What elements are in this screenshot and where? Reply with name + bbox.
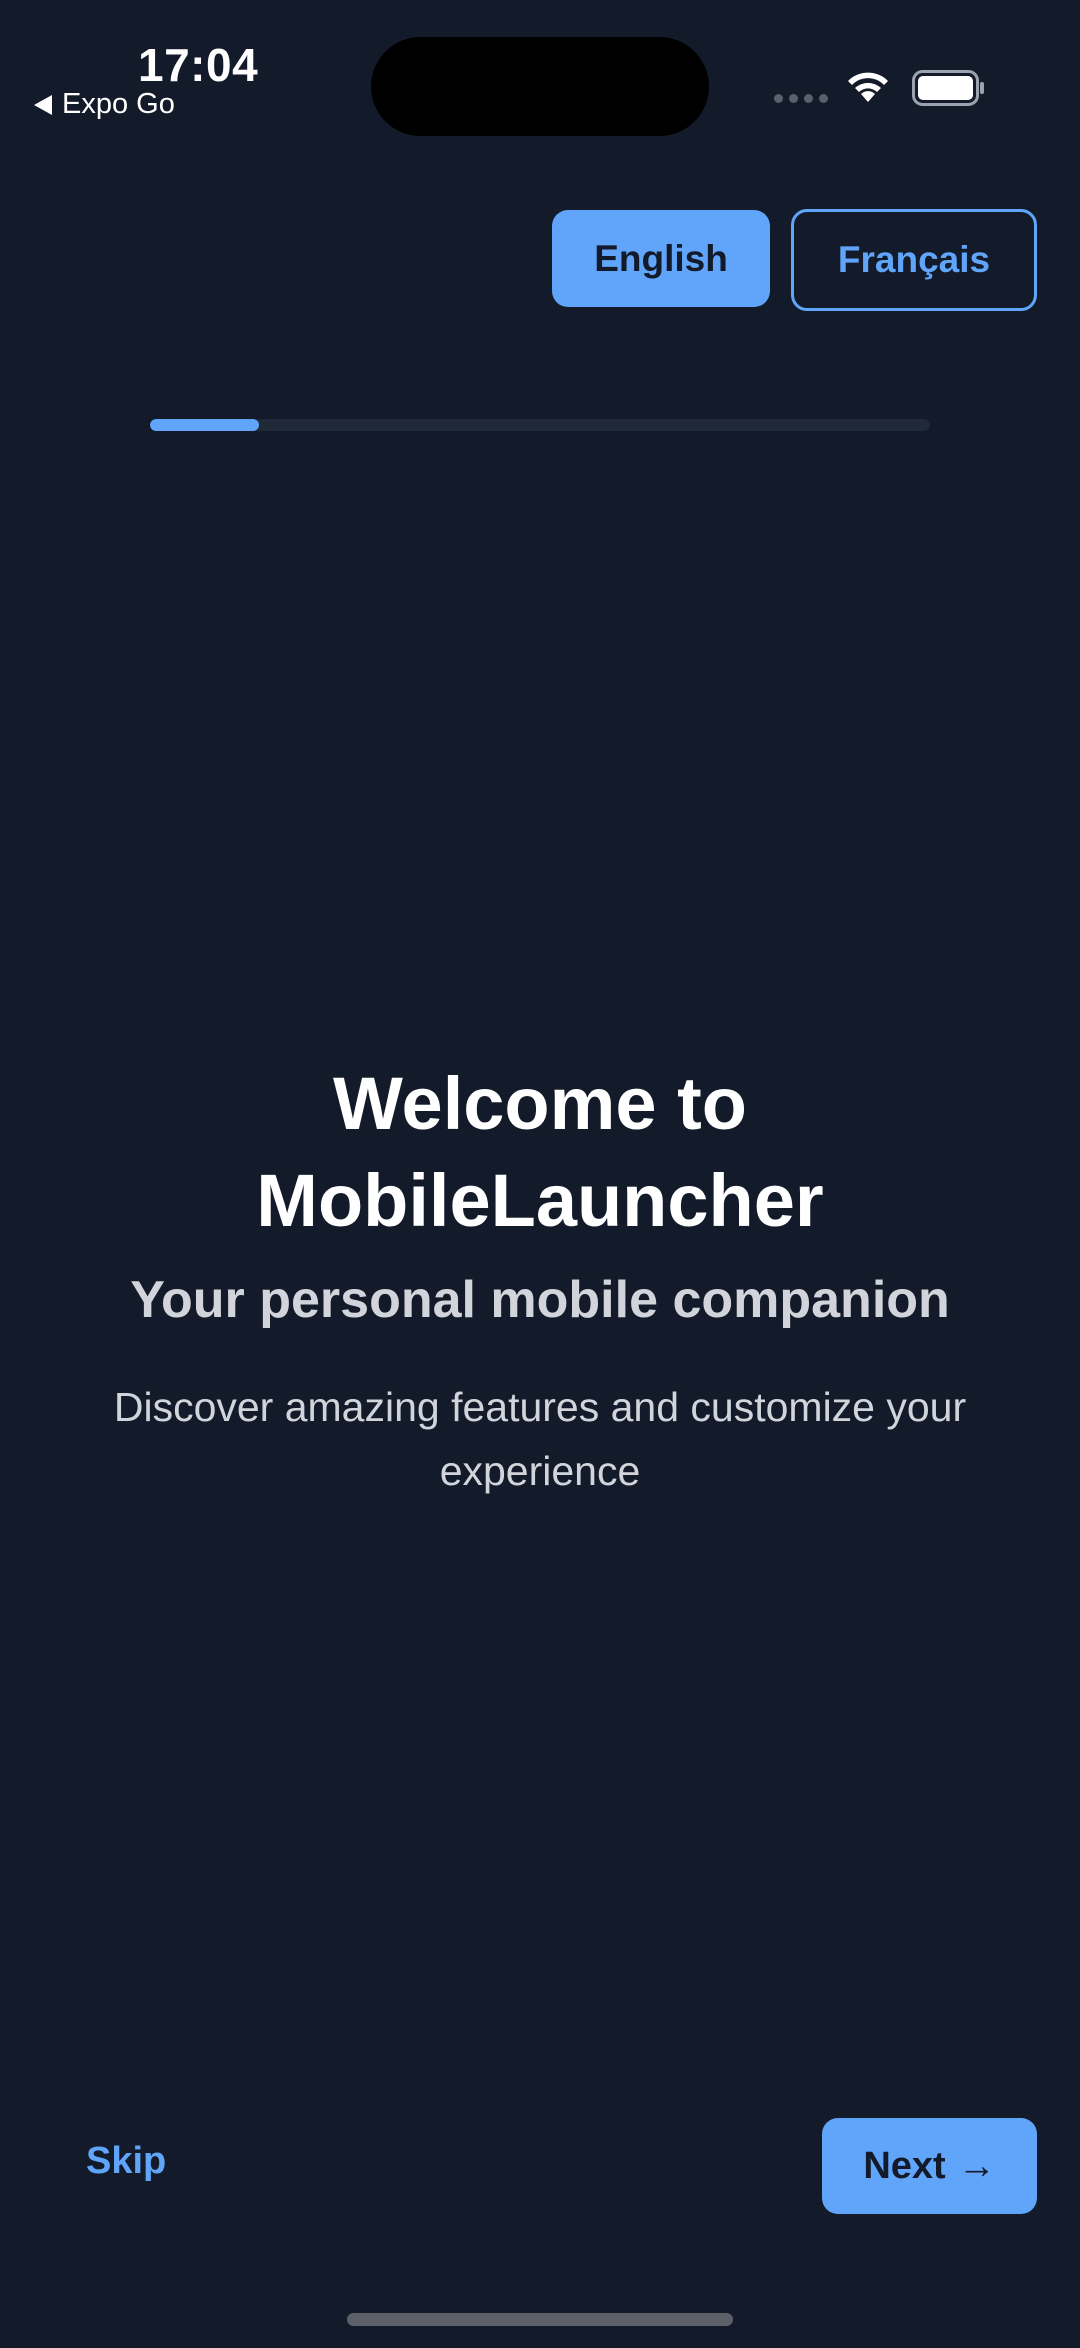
cellular-signal-icon bbox=[774, 94, 828, 103]
next-button-label: Next bbox=[863, 2144, 946, 2187]
wifi-icon bbox=[848, 72, 888, 102]
language-french-button[interactable]: Français bbox=[791, 209, 1037, 311]
onboarding-screen: 17:04 Expo Go English Français Welcome t… bbox=[0, 0, 1080, 2348]
next-button[interactable]: Next → bbox=[822, 2118, 1037, 2214]
dynamic-island bbox=[371, 37, 709, 136]
home-indicator[interactable] bbox=[347, 2313, 733, 2326]
onboarding-subtitle: Your personal mobile companion bbox=[130, 1271, 950, 1329]
arrow-right-icon: → bbox=[957, 2144, 996, 2187]
back-arrow-icon bbox=[34, 94, 52, 115]
onboarding-progress-fill bbox=[150, 419, 260, 431]
back-app-label: Expo Go bbox=[62, 88, 175, 120]
onboarding-description: Discover amazing features and customize … bbox=[113, 1384, 967, 1494]
onboarding-progress-bar bbox=[150, 419, 930, 431]
skip-button[interactable]: Skip bbox=[86, 2140, 166, 2183]
status-time: 17:04 bbox=[138, 39, 259, 91]
back-to-app-button[interactable]: Expo Go bbox=[34, 88, 175, 121]
onboarding-title: Welcome to MobileLauncher bbox=[256, 1062, 824, 1242]
language-english-button[interactable]: English bbox=[552, 210, 770, 307]
battery-icon bbox=[912, 70, 984, 106]
onboarding-content: Welcome to MobileLauncher Your personal … bbox=[0, 1055, 1080, 1503]
